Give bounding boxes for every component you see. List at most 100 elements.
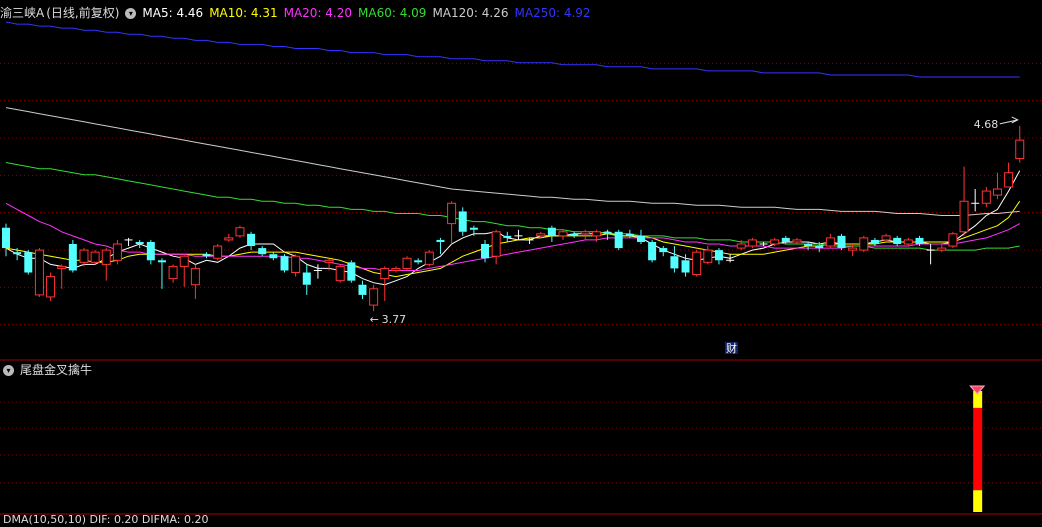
candle-body: [1015, 139, 1025, 159]
candle-body: [792, 239, 802, 243]
candle-body: [135, 241, 144, 244]
indicator-title[interactable]: 尾盘金叉擒牛: [20, 361, 92, 379]
ma-label-4: MA120: 4.26: [432, 6, 509, 20]
candle: [280, 254, 289, 273]
candle-body: [915, 237, 924, 244]
candle-body: [146, 241, 155, 261]
candle-body: [2, 227, 10, 249]
event-marker[interactable]: 财: [726, 341, 737, 355]
candle-body: [291, 255, 301, 274]
candle: [369, 284, 379, 312]
candle: [34, 248, 44, 297]
candle: [703, 246, 713, 265]
candle: [57, 264, 67, 289]
candle-body: [736, 243, 746, 249]
candle: [190, 264, 200, 299]
candle-body: [937, 247, 947, 251]
candle-body: [481, 244, 490, 259]
candle: [447, 201, 457, 244]
candle: [570, 231, 579, 238]
candle: [391, 266, 401, 273]
candle-body: [491, 231, 501, 257]
candle: [2, 223, 10, 257]
candle: [491, 229, 501, 265]
candle-body: [570, 233, 579, 236]
candle: [614, 229, 623, 251]
candle: [402, 256, 412, 271]
candle-body: [79, 249, 89, 263]
candle: [213, 244, 223, 261]
candle-body: [380, 267, 390, 280]
candle: [503, 231, 512, 242]
candle-body: [503, 235, 512, 238]
candle-body: [580, 231, 590, 235]
candle-body: [90, 251, 100, 263]
candle-body: [591, 231, 601, 237]
candle: [1004, 162, 1014, 188]
candle-body: [247, 233, 256, 247]
candle: [101, 248, 111, 281]
candle-body: [825, 237, 835, 247]
candle-body: [692, 251, 702, 276]
candle: [24, 250, 33, 275]
candle: [258, 246, 267, 257]
candle: [948, 231, 958, 249]
chevron-down-icon[interactable]: ▾: [3, 364, 14, 376]
candle-body: [68, 244, 77, 271]
candle: [269, 252, 278, 261]
candle-body: [948, 233, 958, 247]
candle-body: [804, 244, 813, 247]
candle: [558, 229, 568, 240]
high-price-arrow: [999, 116, 1019, 125]
candle-body: [981, 190, 991, 204]
candle: [981, 186, 991, 208]
candle: [79, 248, 89, 267]
candle: [692, 250, 702, 277]
candle: [335, 264, 345, 283]
candle-body: [703, 249, 713, 263]
candle-body: [1004, 172, 1014, 188]
candle-body: [347, 262, 356, 281]
candle: [247, 231, 256, 251]
candle-body: [614, 231, 623, 249]
candle-body: [57, 265, 67, 269]
candle-body: [959, 200, 969, 233]
candle: [414, 258, 423, 265]
candle: [135, 239, 144, 249]
candle-body: [881, 235, 891, 241]
candle: [347, 260, 356, 283]
candle-body: [224, 237, 234, 241]
high-price-label: 4.68: [974, 118, 999, 131]
candle-body: [213, 245, 223, 259]
candle-body: [190, 267, 200, 286]
candle-body: [870, 239, 879, 244]
candle-body: [302, 272, 311, 285]
candle-body: [235, 227, 245, 237]
candle: [714, 248, 723, 265]
candle: [1015, 125, 1025, 163]
candle-body: [402, 257, 412, 269]
low-price-label: 3.77: [382, 313, 407, 326]
candle-body: [202, 254, 211, 257]
candle-body: [837, 235, 846, 249]
signal-bar: [969, 385, 986, 512]
candle: [580, 229, 590, 240]
candle: [514, 229, 523, 240]
candle-body: [659, 248, 668, 253]
candle-body: [781, 237, 790, 242]
candle: [903, 237, 913, 247]
candle-body: [168, 265, 178, 280]
candle-body: [670, 256, 679, 269]
candle-body: [558, 231, 568, 237]
stock-title[interactable]: 渝三峡A: [0, 4, 44, 22]
indicator-header: ▾ 尾盘金叉擒牛: [0, 361, 98, 379]
candle-body: [681, 260, 690, 273]
candle: [46, 272, 56, 302]
candle-body: [636, 235, 645, 242]
candle: [358, 280, 367, 299]
candle-body: [46, 276, 56, 298]
chevron-down-icon[interactable]: ▾: [125, 7, 137, 19]
ma-label-1: MA10: 4.31: [209, 6, 278, 20]
candle: [302, 264, 311, 295]
signal-segment: [973, 490, 983, 512]
